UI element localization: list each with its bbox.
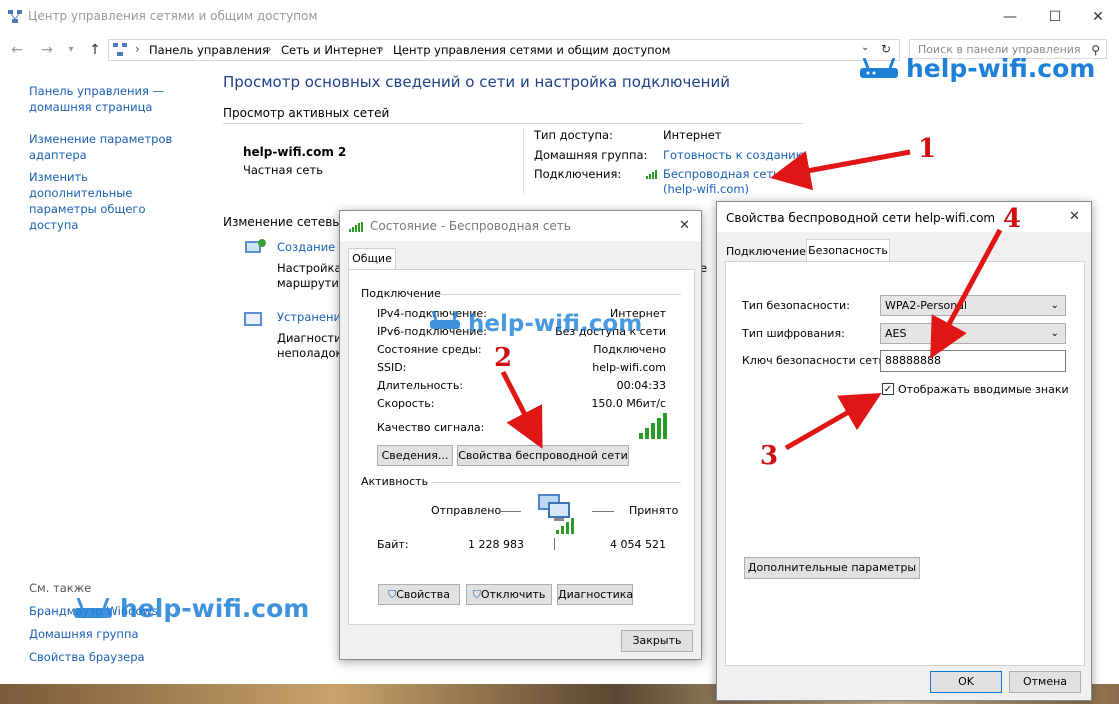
annotation-number-2: 2: [494, 343, 513, 373]
annotation-number-1: 1: [918, 134, 937, 164]
arrow-2: [500, 370, 543, 449]
annotation-number-3: 3: [760, 441, 779, 471]
arrow-3: [784, 393, 882, 451]
annotation-number-4: 4: [1003, 204, 1022, 234]
annotation-arrows: [500, 149, 1003, 451]
arrow-1: [770, 149, 911, 191]
arrow-4: [930, 228, 1003, 359]
